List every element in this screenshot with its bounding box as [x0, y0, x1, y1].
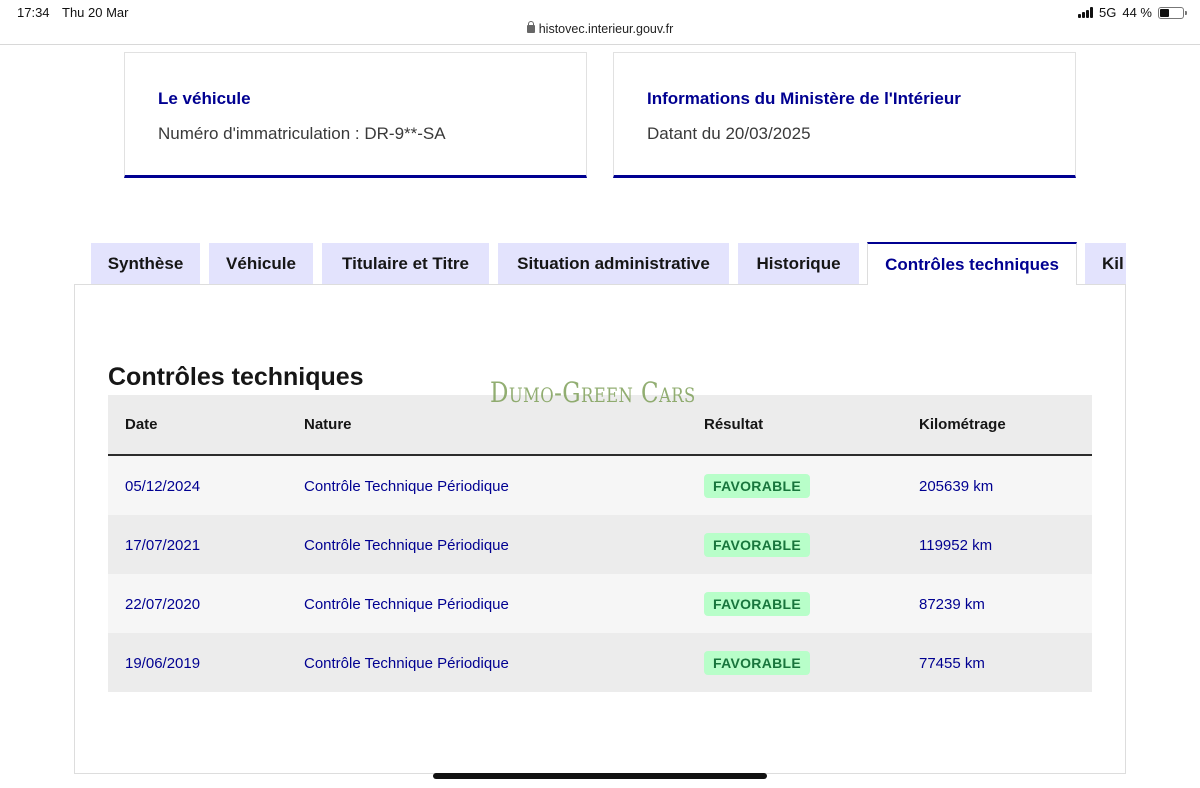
status-bar: 17:34 Thu 20 Mar 5G 44 %	[0, 0, 1200, 24]
header-nature: Nature	[304, 416, 352, 433]
tab-titulaire-et-titre[interactable]: Titulaire et Titre	[322, 243, 489, 285]
lock-icon	[526, 21, 535, 33]
header-date: Date	[125, 416, 158, 433]
cell-date: 19/06/2019	[125, 655, 201, 672]
result-badge: FAVORABLE	[704, 651, 810, 675]
table-row: 17/07/2021 Contrôle Technique Périodique…	[108, 515, 1092, 574]
table-row: 05/12/2024 Contrôle Technique Périodique…	[108, 456, 1092, 515]
tab-vehicule[interactable]: Véhicule	[209, 243, 313, 285]
tab-situation-administrative[interactable]: Situation administrative	[498, 243, 729, 285]
table-body: 05/12/2024 Contrôle Technique Périodique…	[108, 456, 1092, 692]
ministry-card-date: Datant du 20/03/2025	[647, 124, 811, 143]
watermark: Dumo-Green Cars	[490, 376, 696, 409]
tab-bar: Synthèse Véhicule Titulaire et Titre Sit…	[91, 242, 1126, 285]
cell-date: 22/07/2020	[125, 596, 201, 613]
cell-date: 05/12/2024	[125, 478, 201, 495]
cell-mileage: 77455 km	[919, 655, 985, 672]
battery-percent: 44 %	[1122, 5, 1152, 20]
tab-controles-techniques[interactable]: Contrôles techniques	[867, 242, 1077, 285]
cell-mileage: 205639 km	[919, 478, 994, 495]
status-right: 5G 44 %	[1078, 5, 1187, 20]
result-badge: FAVORABLE	[704, 533, 810, 557]
network-label: 5G	[1099, 5, 1117, 20]
section-title: Contrôles techniques	[108, 363, 364, 391]
cell-nature: Contrôle Technique Périodique	[304, 478, 509, 495]
battery-icon	[1158, 6, 1187, 19]
status-time: 17:34	[17, 5, 50, 20]
vehicle-card-title: Le véhicule	[158, 89, 251, 108]
tab-historique[interactable]: Historique	[738, 243, 859, 285]
cell-date: 17/07/2021	[125, 537, 201, 554]
url-bar-divider	[0, 44, 1200, 45]
url-bar[interactable]: histovec.interieur.gouv.fr	[0, 21, 1200, 45]
ministry-card-title: Informations du Ministère de l'Intérieur	[647, 89, 961, 108]
result-badge: FAVORABLE	[704, 474, 810, 498]
url-text: histovec.interieur.gouv.fr	[538, 22, 674, 36]
table-row: 19/06/2019 Contrôle Technique Périodique…	[108, 633, 1092, 692]
header-result: Résultat	[704, 416, 764, 433]
header-mileage: Kilométrage	[919, 416, 1006, 433]
tab-synthese[interactable]: Synthèse	[91, 243, 200, 285]
vehicle-card: Le véhicule Numéro d'immatriculation : D…	[124, 52, 587, 178]
vehicle-card-plate: Numéro d'immatriculation : DR-9**-SA	[158, 124, 446, 143]
cell-nature: Contrôle Technique Périodique	[304, 596, 509, 613]
ministry-card: Informations du Ministère de l'Intérieur…	[613, 52, 1076, 178]
inspections-table: Date Nature Résultat Kilométrage 05/12/2…	[108, 395, 1092, 692]
cell-nature: Contrôle Technique Périodique	[304, 655, 509, 672]
cell-mileage: 87239 km	[919, 596, 985, 613]
status-date: Thu 20 Mar	[62, 5, 129, 20]
tab-kilometrage[interactable]: Kil	[1085, 243, 1126, 285]
cell-mileage: 119952 km	[919, 537, 993, 554]
cell-nature: Contrôle Technique Périodique	[304, 537, 509, 554]
result-badge: FAVORABLE	[704, 592, 810, 616]
signal-icon	[1078, 7, 1094, 18]
home-indicator[interactable]	[433, 773, 767, 779]
table-row: 22/07/2020 Contrôle Technique Périodique…	[108, 574, 1092, 633]
